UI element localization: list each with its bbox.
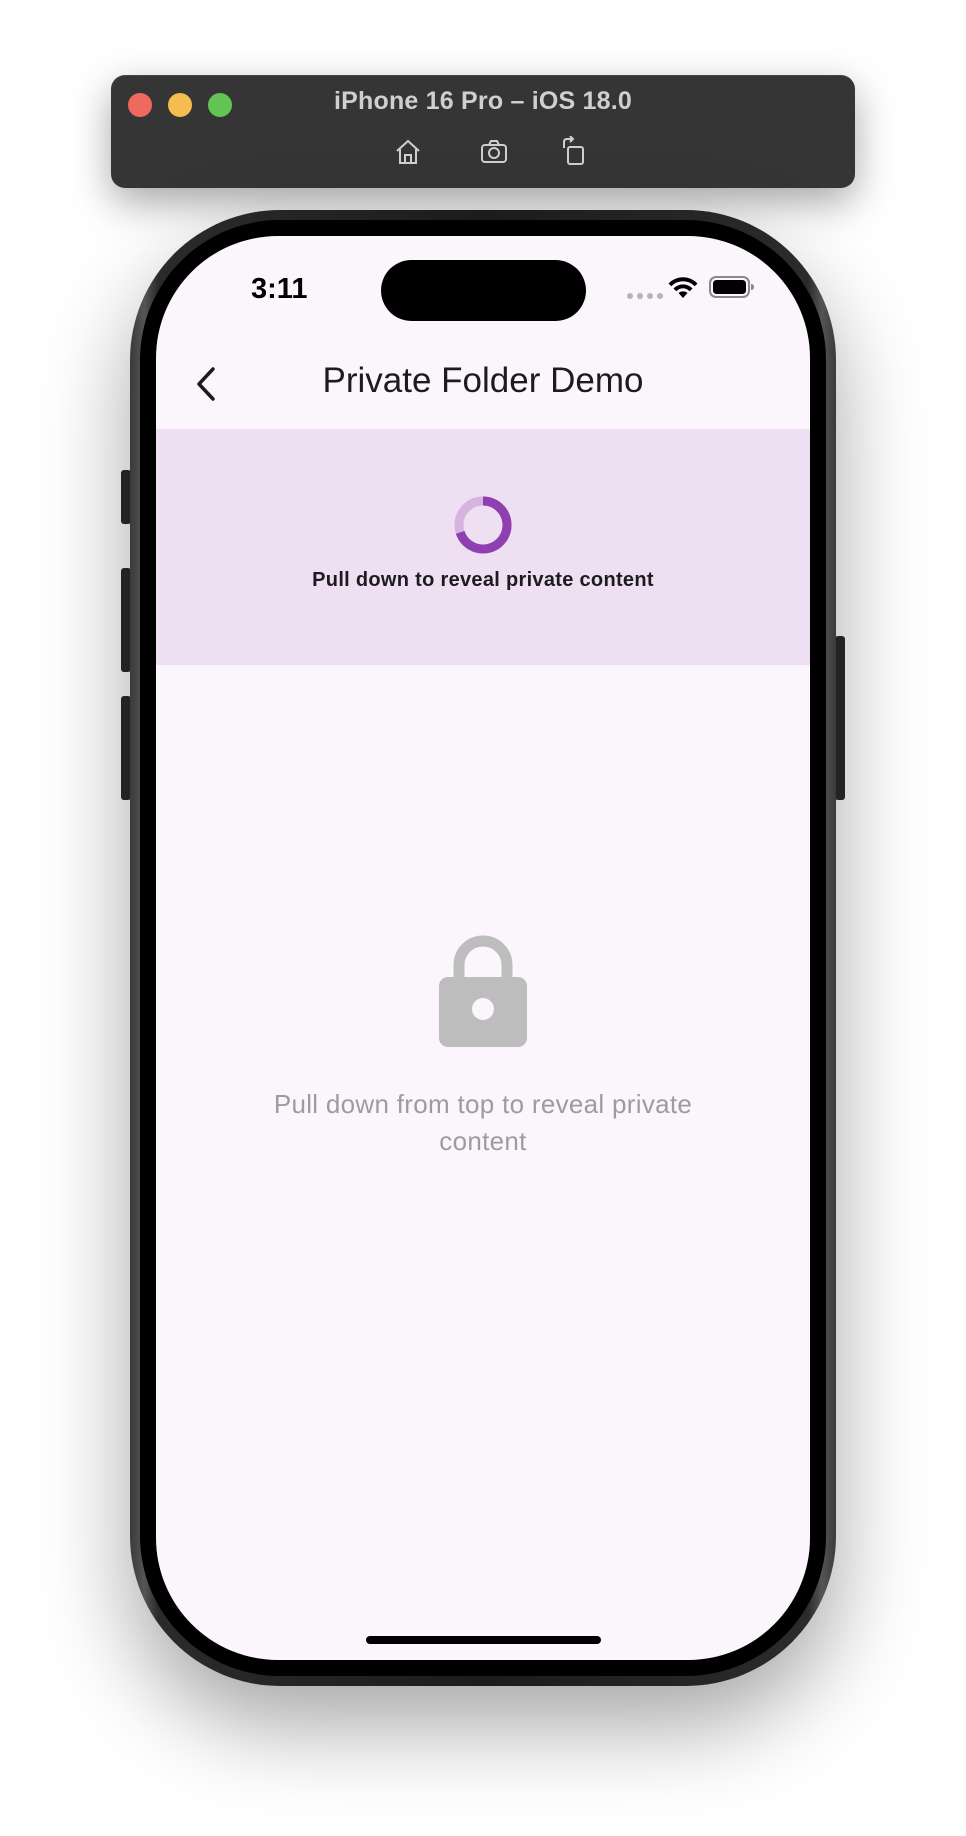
simulator-toolbar: iPhone 16 Pro – iOS 18.0 (111, 75, 855, 188)
reveal-panel[interactable]: Pull down to reveal private content (156, 429, 810, 665)
screenshot-icon (481, 140, 507, 163)
simulator-title: iPhone 16 Pro – iOS 18.0 (334, 87, 632, 115)
status-time: 3:11 (251, 273, 308, 305)
home-icon (396, 139, 420, 164)
rotate-button[interactable] (557, 135, 591, 169)
dynamic-island (381, 260, 586, 321)
home-button[interactable] (391, 135, 425, 169)
cellular-signal-icon (627, 293, 663, 299)
lock-icon (439, 935, 527, 1047)
battery-icon (709, 276, 754, 298)
screenshot-button[interactable] (477, 135, 511, 169)
page-title: Private Folder Demo (322, 361, 644, 400)
reveal-instruction: Pull down to reveal private content (312, 569, 654, 591)
power-button (835, 636, 845, 800)
rotate-icon (563, 136, 584, 165)
empty-state-message: Pull down from top to reveal private con… (273, 1089, 693, 1156)
wifi-icon (668, 277, 698, 298)
home-indicator[interactable] (366, 1636, 601, 1644)
loading-spinner-icon (454, 496, 512, 554)
phone-screen: 3:11 Private Folder Demo Pull down to re… (156, 236, 810, 1660)
